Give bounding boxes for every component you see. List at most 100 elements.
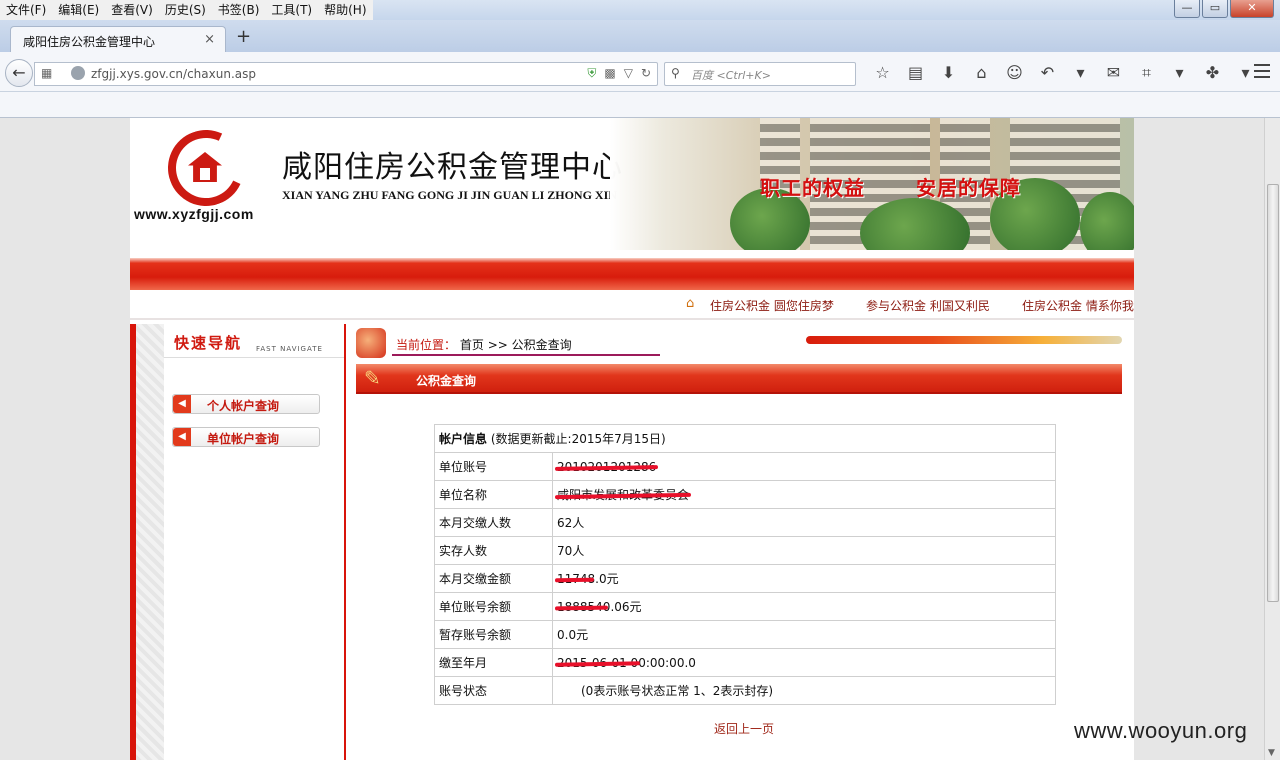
row-value: 0.0元 [552, 620, 1056, 649]
history-icon[interactable]: ▦ [41, 66, 52, 80]
breadcrumb-current: 公积金查询 [511, 338, 572, 352]
personal-account-query-button[interactable]: ◀ 个人帐户查询 [172, 394, 320, 414]
breadcrumb: 当前位置： 首页 >> 公积金查询 [396, 336, 572, 353]
menu-items: 文件(F) 编辑(E) 查看(V) 历史(S) 书签(B) 工具(T) 帮助(H… [0, 0, 373, 20]
scroll-thumb[interactable] [1267, 184, 1279, 602]
row-value: 咸阳市发展和改革委员会 [552, 480, 1056, 509]
unit-account-query-button[interactable]: ◀ 单位帐户查询 [172, 427, 320, 447]
unit-account-number: 2010201201286 [557, 459, 657, 474]
table-row: 单位名称 咸阳市发展和改革委员会 [434, 480, 1056, 509]
tab-strip: 咸阳住房公积金管理中心 × + [0, 20, 1280, 52]
breadcrumb-label: 当前位置： [396, 338, 457, 352]
bookmark-star-icon[interactable]: ☆ [866, 61, 899, 85]
url-bar[interactable]: ▦ zfgjj.xys.gov.cn/chaxun.asp ⛨ ▩ ▽ ↻ [34, 62, 658, 86]
row-label: 单位名称 [434, 480, 553, 509]
reload-icon[interactable]: ↻ [641, 66, 651, 81]
row-label: 缴至年月 [434, 648, 553, 677]
nav-title: 快速导航 [174, 334, 243, 352]
slogan-right: 安居的保障 [916, 176, 1021, 200]
menu-history[interactable]: 历史(S) [159, 0, 212, 20]
row-value: 2015-06-01 00:00:00.0 [552, 648, 1056, 677]
account-info-note: (数据更新截止:2015年7月15日) [490, 432, 666, 446]
nav-header: 快速导航 FAST NAVIGATE [164, 324, 344, 358]
section-title: 公积金查询 [416, 374, 477, 388]
table-header: 帐户信息 (数据更新截止:2015年7月15日) [434, 424, 1056, 453]
row-label: 本月交缴金额 [434, 564, 553, 593]
emoji-icon[interactable]: ☺ [998, 61, 1031, 85]
dropdown-icon[interactable]: ▾ [1064, 61, 1097, 85]
url-actions: ⛨ ▩ ▽ ↻ [587, 66, 651, 81]
menu-help[interactable]: 帮助(H) [318, 0, 372, 20]
site-banner: www.xyzfgjj.com 咸阳住房公积金管理中心 XIAN YANG ZH… [130, 118, 1134, 250]
menu-view[interactable]: 查看(V) [105, 0, 159, 20]
red-nav-bar [130, 258, 1134, 290]
url-text[interactable]: zfgjj.xys.gov.cn/chaxun.asp [91, 67, 256, 81]
reading-list-icon[interactable]: ▤ [899, 61, 932, 85]
dropdown-icon[interactable]: ▾ [1163, 61, 1196, 85]
quick-nav: 快速导航 FAST NAVIGATE ◀ 个人帐户查询 ◀ 单位帐户查询 [130, 324, 344, 760]
row-label: 单位账号余额 [434, 592, 553, 621]
site-title: 咸阳住房公积金管理中心 [282, 150, 623, 185]
main-content: 当前位置： 首页 >> 公积金查询 ✎ 公积金查询 帐户信息 (数据更新截止:2… [346, 324, 1134, 760]
search-bar[interactable]: ⚲ 百度 <Ctrl+K> [664, 62, 856, 86]
crop-icon[interactable]: ⌗ [1130, 61, 1163, 85]
building-photo: 职工的权益 安居的保障 [610, 118, 1134, 250]
toolbar-icons: ☆ ▤ ⬇ ⌂ ☺ ↶ ▾ ✉ ⌗ ▾ ✤ ▾ [866, 61, 1262, 85]
row-value: 1888540.06元 [552, 592, 1056, 621]
decorative-bar [806, 336, 1122, 344]
minimize-button[interactable]: — [1174, 0, 1200, 18]
search-input[interactable]: 百度 <Ctrl+K> [691, 67, 771, 83]
tagline-1: 住房公积金 圆您住房梦 [710, 299, 834, 313]
watermark: www.wooyun.org [1074, 718, 1248, 743]
new-tab-button[interactable]: + [236, 28, 251, 46]
vertical-scrollbar[interactable]: ▼ [1264, 118, 1280, 760]
table-row: 实存人数 70人 [434, 536, 1056, 565]
url-dropdown-icon[interactable]: ▽ [624, 66, 633, 81]
shield-icon[interactable]: ⛨ [587, 66, 596, 81]
window-controls: — ▭ ✕ [1174, 0, 1274, 18]
table-row: 暂存账号余额 0.0元 [434, 620, 1056, 649]
search-icon: ⚲ [671, 66, 680, 80]
menu-bar: 文件(F) 编辑(E) 查看(V) 历史(S) 书签(B) 工具(T) 帮助(H… [0, 0, 1280, 20]
nav-item-label: 单位帐户查询 [207, 432, 280, 446]
menu-edit[interactable]: 编辑(E) [52, 0, 105, 20]
breadcrumb-separator: >> [487, 338, 508, 352]
row-value: 62人 [552, 508, 1056, 537]
row-label: 本月交缴人数 [434, 508, 553, 537]
back-link[interactable]: 返回上一页 [714, 720, 774, 737]
back-button[interactable]: ← [5, 59, 33, 87]
row-label: 账号状态 [434, 676, 553, 705]
nav-subtitle: FAST NAVIGATE [256, 345, 323, 353]
home-icon[interactable]: ⌂ [965, 61, 998, 85]
tab-active[interactable]: 咸阳住房公积金管理中心 × [10, 26, 226, 52]
row-value: 2010201201286 [552, 452, 1056, 481]
location-icon [356, 328, 386, 358]
close-window-button[interactable]: ✕ [1230, 0, 1274, 18]
site-url: www.xyzfgjj.com [134, 206, 254, 222]
table-header-row: 帐户信息 (数据更新截止:2015年7月15日) [434, 424, 1056, 453]
chat-icon[interactable]: ✉ [1097, 61, 1130, 85]
extension-icon[interactable]: ✤ [1196, 61, 1229, 85]
table-row: 单位账号 2010201201286 [434, 452, 1056, 481]
undo-icon[interactable]: ↶ [1031, 61, 1064, 85]
table-row: 单位账号余额 1888540.06元 [434, 592, 1056, 621]
menu-tools[interactable]: 工具(T) [265, 0, 318, 20]
restore-button[interactable]: ▭ [1202, 0, 1228, 18]
logo-door [200, 168, 210, 180]
account-info-table: 帐户信息 (数据更新截止:2015年7月15日) 单位账号 2010201201… [434, 424, 1056, 705]
scroll-down-icon[interactable]: ▼ [1268, 748, 1275, 758]
menu-file[interactable]: 文件(F) [0, 0, 52, 20]
globe-icon [71, 66, 85, 80]
tagline-bar: ⌂ 住房公积金 圆您住房梦 参与公积金 利国又利民 住房公积金 情系你我 [130, 290, 1134, 320]
slogan-left: 职工的权益 [760, 176, 865, 200]
speaker-icon: ◀ [173, 428, 191, 446]
hamburger-menu-icon[interactable] [1254, 64, 1270, 78]
breadcrumb-home[interactable]: 首页 [460, 338, 484, 352]
row-value: (0表示账号状态正常 1、2表示封存) [552, 676, 1056, 705]
menu-bookmarks[interactable]: 书签(B) [212, 0, 266, 20]
row-value: 11748.0元 [552, 564, 1056, 593]
download-icon[interactable]: ⬇ [932, 61, 965, 85]
tab-close-icon[interactable]: × [204, 32, 215, 47]
qr-icon[interactable]: ▩ [604, 66, 615, 81]
tagline-3: 住房公积金 情系你我 [1022, 299, 1134, 313]
